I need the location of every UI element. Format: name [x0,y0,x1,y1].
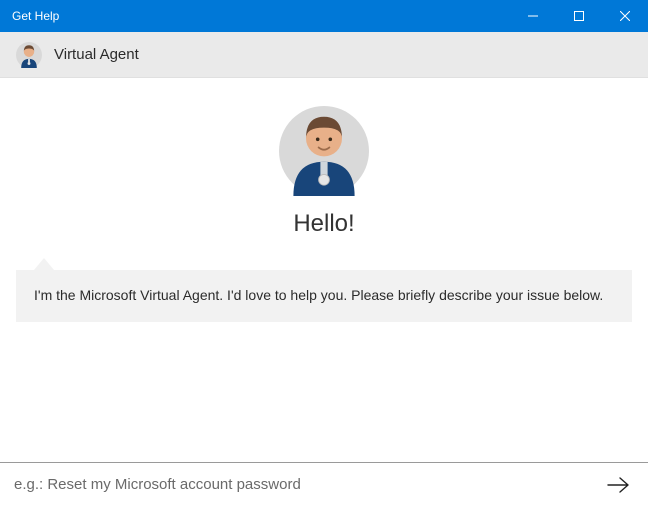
titlebar: Get Help [0,0,648,32]
intro-message-bubble: I'm the Microsoft Virtual Agent. I'd lov… [16,270,632,322]
header-title: Virtual Agent [54,46,139,63]
avatar-block: Hello! [0,106,648,238]
intro-message-text: I'm the Microsoft Virtual Agent. I'd lov… [16,270,632,322]
app-header: Virtual Agent [0,32,648,78]
maximize-icon [574,11,584,21]
chat-content: Hello! I'm the Microsoft Virtual Agent. … [0,78,648,462]
bubble-tail-icon [34,258,54,270]
window-title: Get Help [0,9,59,23]
greeting-text: Hello! [293,210,354,238]
minimize-icon [528,11,538,21]
agent-avatar-icon [16,42,42,68]
app-window: Get Help Virtual Agent [0,0,648,506]
message-input[interactable] [14,476,602,493]
input-bar [0,462,648,506]
maximize-button[interactable] [556,0,602,32]
minimize-button[interactable] [510,0,556,32]
close-button[interactable] [602,0,648,32]
send-button[interactable] [602,469,634,501]
close-icon [620,11,630,21]
agent-avatar-large-icon [279,106,369,196]
send-icon [607,477,629,493]
